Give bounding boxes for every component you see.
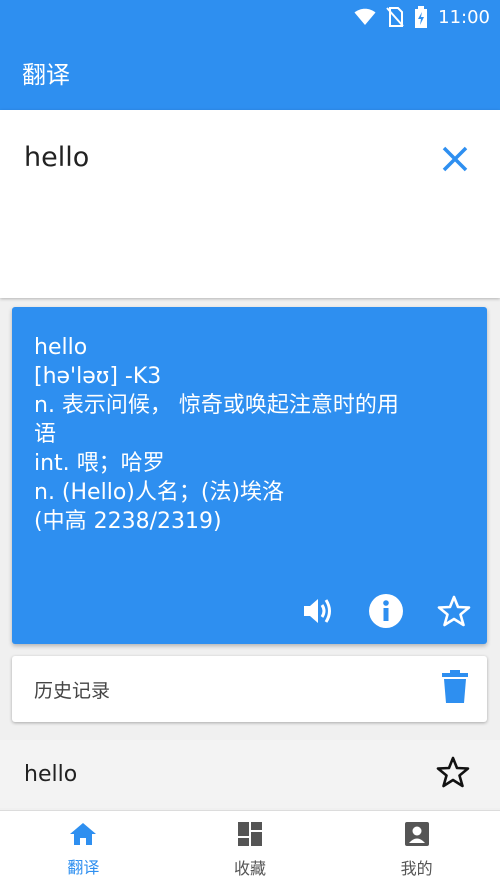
trash-icon [442,669,468,703]
nav-translate-label: 翻译 [67,858,100,877]
wifi-icon [354,8,376,25]
speak-button[interactable] [299,592,337,630]
nav-favorites[interactable]: 收藏 [167,811,334,889]
nav-profile[interactable]: 我的 [333,811,500,889]
result-line-word: hello [34,335,88,360]
result-card: hello [hə'ləʊ] -K3 n. 表示问候， 惊奇或唤起注意时的用 语… [12,307,487,644]
dashboard-icon [238,822,262,846]
result-actions [299,592,473,630]
result-line-definition-cont: 语 [34,422,57,447]
close-icon [442,146,468,172]
account-box-icon [404,822,429,846]
history-favorite-button[interactable] [436,755,470,794]
info-icon [369,594,403,628]
bottom-nav: 翻译 收藏 我的 [0,810,500,889]
history-list-item[interactable]: hello [0,740,500,808]
result-text: hello [hə'ləʊ] -K3 n. 表示问候， 惊奇或唤起注意时的用 语… [34,333,464,536]
clear-history-button[interactable] [441,669,469,709]
result-line-level: (中高 2238/2319) [34,509,222,534]
star-outline-icon [436,756,470,787]
history-title: 历史记录 [34,679,111,702]
speaker-icon [304,599,331,623]
result-line-interjection: int. 喂；哈罗 [34,451,165,476]
status-time: 11:00 [438,6,490,28]
home-icon [70,823,97,845]
battery-charging-icon [415,6,428,28]
history-header: 历史记录 [12,656,487,722]
history-word: hello [24,761,78,787]
result-line-phonetic: [hə'ləʊ] -K3 [34,364,162,389]
app-bar: 翻译 [0,34,500,110]
nav-translate[interactable]: 翻译 [0,811,167,889]
page-title: 翻译 [22,60,70,89]
translate-input[interactable]: hello [24,142,89,173]
clear-input-button[interactable] [438,142,472,176]
result-line-definition: n. 表示问候， 惊奇或唤起注意时的用 [34,393,399,418]
info-button[interactable] [367,592,405,630]
input-card[interactable]: hello [0,110,500,298]
no-sim-icon [386,7,404,27]
favorite-button[interactable] [435,592,473,630]
star-outline-icon [437,595,471,627]
nav-profile-label: 我的 [400,859,433,878]
nav-favorites-label: 收藏 [234,859,267,878]
result-line-name: n. (Hello)人名；(法)埃洛 [34,480,285,505]
status-bar: 11:00 [0,0,500,34]
